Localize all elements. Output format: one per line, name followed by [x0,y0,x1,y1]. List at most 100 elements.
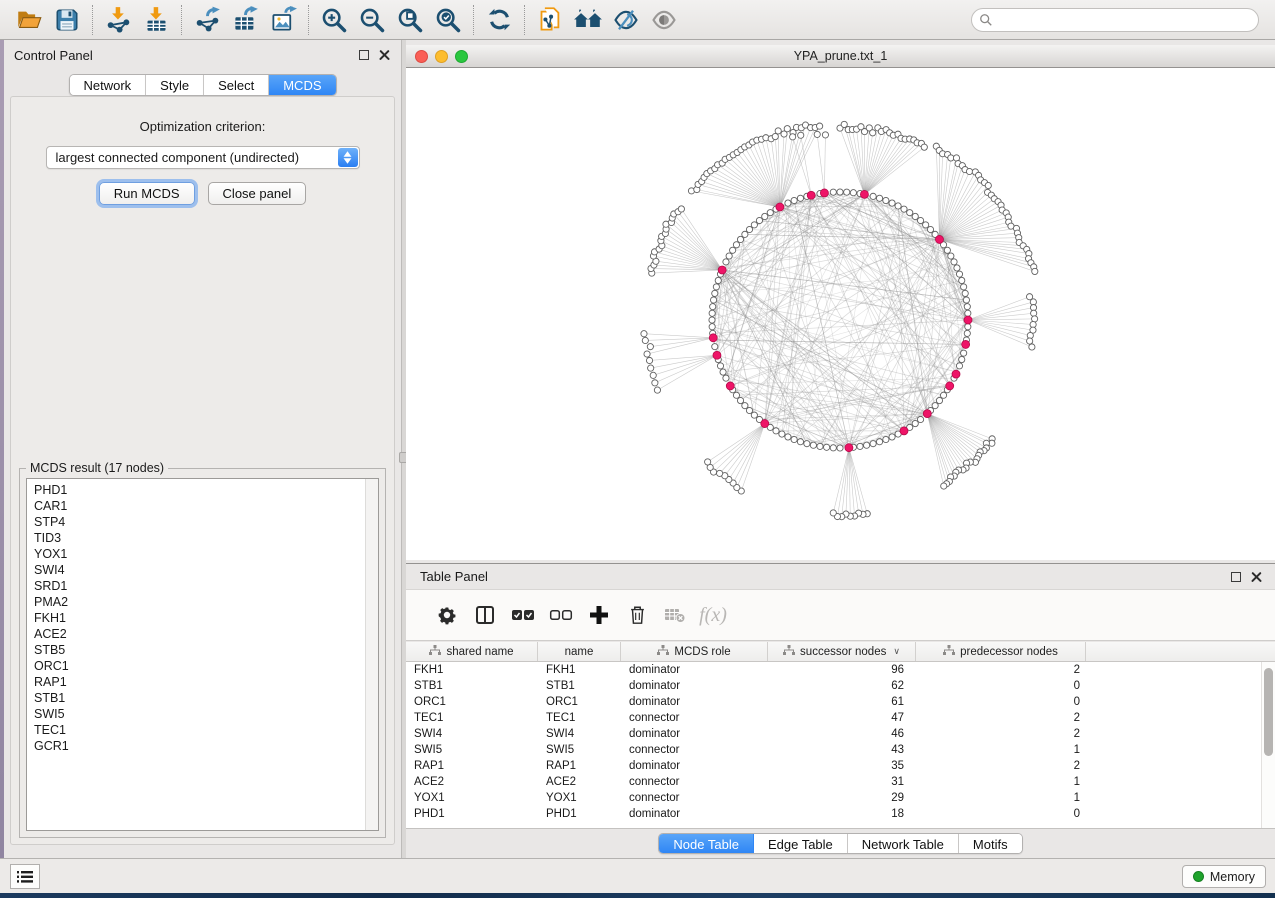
mcds-result-list[interactable]: PHD1CAR1STP4TID3YOX1SWI4SRD1PMA2FKH1ACE2… [26,478,379,831]
network-node[interactable] [883,197,889,203]
import-table-icon[interactable] [137,4,175,36]
network-node[interactable] [779,431,785,437]
network-node[interactable] [717,470,723,476]
network-node[interactable] [790,134,796,140]
network-node[interactable] [951,259,957,265]
network-mcds-node[interactable] [718,266,726,274]
network-node[interactable] [1029,344,1035,350]
mcds-result-item[interactable]: TEC1 [34,722,378,738]
network-node[interactable] [889,434,895,440]
network-node[interactable] [1027,338,1033,344]
home-icon[interactable] [569,4,607,36]
network-node[interactable] [712,344,718,350]
network-node[interactable] [917,217,923,223]
mcds-result-item[interactable]: YOX1 [34,546,378,562]
network-node[interactable] [965,310,971,316]
network-mcds-node[interactable] [761,420,769,428]
network-node[interactable] [889,200,895,206]
network-node[interactable] [791,197,797,203]
network-node[interactable] [709,324,715,330]
network-node[interactable] [742,231,748,237]
network-node[interactable] [814,131,820,137]
mcds-list-scrollbar[interactable] [365,479,378,830]
network-node[interactable] [650,372,656,378]
network-node[interactable] [713,284,719,290]
network-node[interactable] [912,420,918,426]
network-node[interactable] [723,375,729,381]
search-input[interactable] [971,8,1259,32]
network-mcds-node[interactable] [860,190,868,198]
network-node[interactable] [959,277,965,283]
tab-select[interactable]: Select [204,75,269,95]
deselect-all-icon[interactable] [542,608,580,622]
column-header-name[interactable]: name [538,642,621,661]
network-node[interactable] [936,397,942,403]
network-node[interactable] [907,210,913,216]
mcds-result-item[interactable]: STP4 [34,514,378,530]
network-node[interactable] [870,441,876,447]
network-mcds-node[interactable] [952,370,960,378]
network-node[interactable] [730,247,736,253]
network-node[interactable] [923,222,929,228]
network-node[interactable] [710,297,716,303]
network-node[interactable] [864,442,870,448]
network-node[interactable] [824,444,830,450]
network-node[interactable] [715,277,721,283]
export-image-icon[interactable] [264,4,302,36]
network-node[interactable] [751,412,757,418]
network-node[interactable] [785,434,791,440]
zoom-out-icon[interactable] [353,4,391,36]
mcds-result-item[interactable]: FKH1 [34,610,378,626]
network-node[interactable] [644,351,650,357]
function-builder-icon[interactable]: f(x) [694,604,732,627]
network-node[interactable] [941,483,947,489]
network-node[interactable] [895,203,901,209]
network-node[interactable] [965,324,971,330]
export-network-icon[interactable] [188,4,226,36]
network-canvas[interactable] [406,68,1275,560]
network-node[interactable] [775,128,781,134]
network-node[interactable] [717,363,723,369]
network-node[interactable] [733,242,739,248]
memory-button[interactable]: Memory [1182,865,1266,888]
network-node[interactable] [648,365,654,371]
task-history-button[interactable] [10,864,40,889]
delete-table-icon[interactable] [656,607,694,623]
network-node[interactable] [830,445,836,451]
network-node[interactable] [921,144,927,150]
network-node[interactable] [964,304,970,310]
network-node[interactable] [785,200,791,206]
network-node[interactable] [985,182,991,188]
network-node[interactable] [773,428,779,434]
delete-icon[interactable] [618,605,656,625]
close-panel-button[interactable]: Close panel [208,182,307,205]
network-node[interactable] [959,356,965,362]
network-mcds-node[interactable] [776,203,784,211]
network-node[interactable] [954,265,960,271]
table-row[interactable]: SWI5SWI5connector431 [406,742,1275,758]
network-node[interactable] [817,123,823,129]
network-node[interactable] [784,126,790,132]
network-node[interactable] [940,392,946,398]
network-node[interactable] [944,247,950,253]
network-node[interactable] [767,210,773,216]
network-node[interactable] [647,344,653,350]
settings-gear-icon[interactable] [428,605,466,625]
network-mcds-node[interactable] [964,316,972,324]
hide-panel-icon[interactable] [607,4,645,36]
mcds-result-item[interactable]: STB1 [34,690,378,706]
table-scrollbar[interactable] [1261,662,1275,828]
column-header-successor-nodes[interactable]: successor nodes∨ [768,642,916,661]
refresh-layout-icon[interactable] [480,4,518,36]
network-node[interactable] [646,357,652,363]
network-mcds-node[interactable] [845,444,853,452]
network-node[interactable] [948,253,954,259]
table-tab-edge-table[interactable]: Edge Table [754,834,848,853]
mcds-result-item[interactable]: GCR1 [34,738,378,754]
network-node[interactable] [857,443,863,449]
network-node[interactable] [746,407,752,413]
float-table-panel-icon[interactable] [1231,572,1241,582]
network-node[interactable] [844,189,850,195]
mcds-result-item[interactable]: STB5 [34,642,378,658]
table-row[interactable]: SWI4SWI4dominator462 [406,726,1275,742]
